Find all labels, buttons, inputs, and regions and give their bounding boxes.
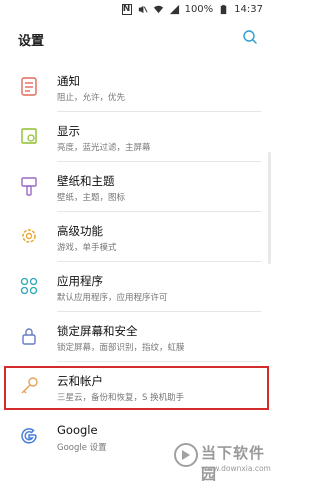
settings-item-advanced-features[interactable]: 高级功能 游戏，单手模式: [0, 212, 273, 262]
watermark-brand: 当下软件园: [201, 444, 266, 483]
app-header: 设置: [0, 20, 273, 58]
scrollbar[interactable]: [268, 152, 271, 264]
mute-icon: [138, 5, 148, 14]
apps-grid-icon: [20, 277, 38, 295]
watermark-url: www.downxia.com: [201, 464, 271, 473]
item-subtitle: 壁纸，主题，图标: [57, 193, 126, 203]
item-title: 通知: [57, 74, 80, 88]
item-subtitle: 锁定屏幕，面部识别，指纹，虹膜: [57, 343, 185, 353]
item-title: Google: [57, 423, 98, 437]
notification-icon: [21, 77, 37, 96]
highlight-box: [4, 366, 269, 410]
settings-item-cloud-accounts[interactable]: 云和帐户 三星云，备份和恢复，S 换机助手: [0, 362, 273, 412]
item-title: 锁定屏幕和安全: [57, 324, 138, 338]
item-subtitle: 亮度，蓝光过滤，主屏幕: [57, 143, 151, 153]
display-icon: [21, 128, 37, 144]
search-icon[interactable]: [241, 28, 259, 46]
item-subtitle: 阻止，允许，优先: [57, 93, 126, 103]
item-subtitle: Google 设置: [57, 443, 107, 453]
signal-icon: [169, 4, 179, 15]
battery-icon: [220, 4, 227, 15]
watermark: 当下软件园 www.downxia.com: [173, 442, 271, 483]
settings-item-display[interactable]: 显示 亮度，蓝光过滤，主屏幕: [0, 112, 273, 162]
item-title: 壁纸和主题: [57, 174, 115, 188]
nfc-icon: N: [121, 4, 132, 15]
status-icons: N 100% 14:37: [121, 4, 263, 15]
google-icon: [21, 428, 37, 444]
settings-item-applications[interactable]: 应用程序 默认应用程序，应用程序许可: [0, 262, 273, 312]
settings-item-notifications[interactable]: 通知 阻止，允许，优先: [0, 62, 273, 112]
item-title: 高级功能: [57, 224, 103, 238]
wifi-icon: [153, 5, 163, 14]
settings-item-wallpaper-themes[interactable]: 壁纸和主题 壁纸，主题，图标: [0, 162, 273, 212]
battery-percent: 100%: [184, 4, 214, 15]
watermark-logo-icon: [174, 443, 198, 467]
item-title: 应用程序: [57, 274, 103, 288]
lock-icon: [22, 328, 36, 345]
status-bar: N 100% 14:37: [0, 0, 273, 20]
page-title: 设置: [18, 34, 45, 49]
wallpaper-brush-icon: [21, 177, 37, 196]
item-title: 显示: [57, 124, 80, 138]
item-subtitle: 默认应用程序，应用程序许可: [57, 293, 168, 303]
settings-item-lock-screen-security[interactable]: 锁定屏幕和安全 锁定屏幕，面部识别，指纹，虹膜: [0, 312, 273, 362]
advanced-gear-icon: [22, 229, 36, 243]
item-subtitle: 游戏，单手模式: [57, 243, 117, 253]
status-time: 14:37: [234, 4, 263, 15]
